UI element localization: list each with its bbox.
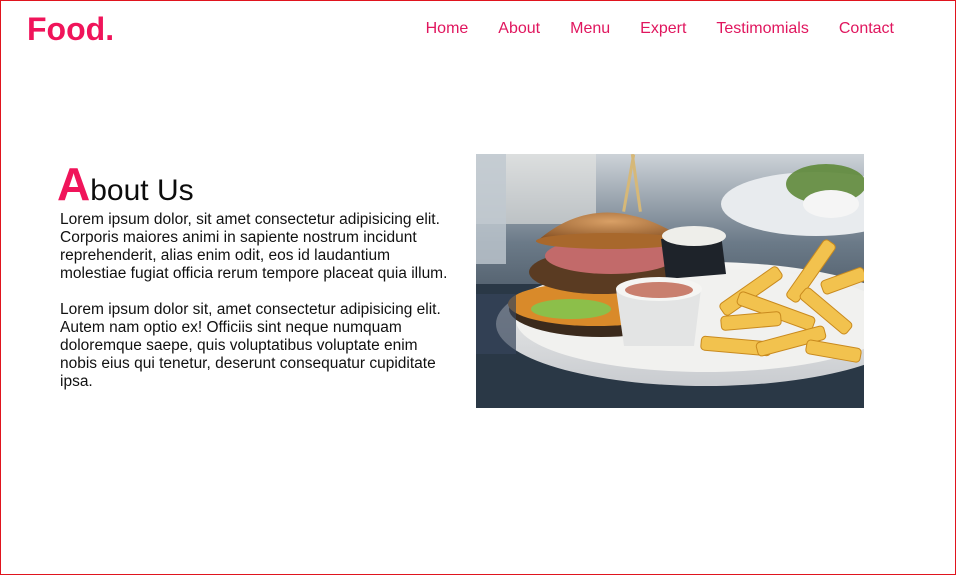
page-frame: Food. Home About Menu Expert Testimomial… xyxy=(0,0,956,575)
about-heading: About Us xyxy=(57,159,449,209)
burger-fries-photo xyxy=(476,154,864,408)
about-paragraph-2: Lorem ipsum dolor sit, amet consectetur … xyxy=(60,301,441,390)
about-heading-rest: bout Us xyxy=(90,174,194,207)
nav-item-home: Home xyxy=(426,18,469,40)
about-paragraph-1: Lorem ipsum dolor, sit amet consectetur … xyxy=(60,211,448,282)
logo[interactable]: Food. xyxy=(27,9,114,49)
nav-link-expert[interactable]: Expert xyxy=(640,18,686,40)
nav-link-about[interactable]: About xyxy=(498,18,540,40)
nav-item-menu: Menu xyxy=(570,18,610,40)
nav-link-home[interactable]: Home xyxy=(426,18,469,40)
main-nav: Home About Menu Expert Testimomials Cont… xyxy=(396,18,894,40)
nav-link-testimonials[interactable]: Testimomials xyxy=(716,18,808,40)
nav-link-contact[interactable]: Contact xyxy=(839,18,894,40)
nav-item-expert: Expert xyxy=(640,18,686,40)
nav-link-menu[interactable]: Menu xyxy=(570,18,610,40)
about-section: About Us Lorem ipsum dolor, sit amet con… xyxy=(57,159,449,409)
nav-item-testimonials: Testimomials xyxy=(716,18,808,40)
nav-item-contact: Contact xyxy=(839,18,894,40)
nav-item-about: About xyxy=(498,18,540,40)
about-heading-first-letter: A xyxy=(57,158,91,210)
